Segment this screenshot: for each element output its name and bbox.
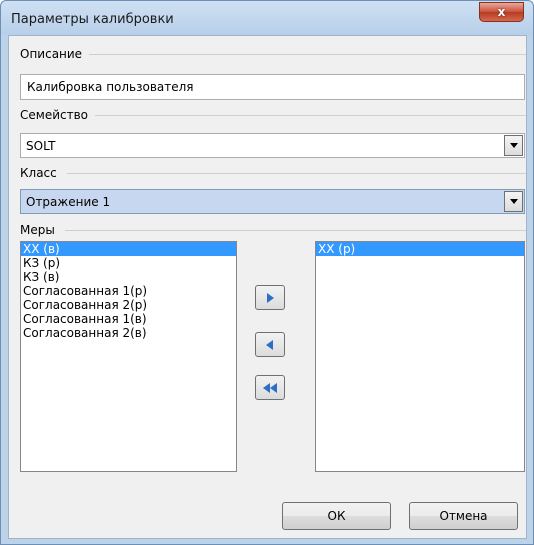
measures-divider <box>65 230 526 231</box>
family-select[interactable]: SOLT <box>20 133 525 158</box>
cancel-button[interactable]: Отмена <box>409 502 518 530</box>
available-list-item[interactable]: КЗ (р) <box>21 256 236 270</box>
description-value: Калибровка пользователя <box>27 80 194 94</box>
family-label: Семейство <box>20 108 88 122</box>
window-title: Параметры калибровки <box>11 12 174 27</box>
class-label: Класс <box>20 166 57 180</box>
ok-button-label: ОК <box>327 509 346 523</box>
available-measures-list[interactable]: XX (в) КЗ (р) КЗ (в) Согласованная 1(р) Согл… <box>20 241 237 472</box>
class-dropdown-button[interactable] <box>504 191 523 212</box>
class-value: Отражение 1 <box>26 194 111 209</box>
selected-list-item[interactable]: XX (р) <box>316 242 524 256</box>
family-value: SOLT <box>26 138 56 153</box>
chevron-down-icon <box>509 199 518 204</box>
dialog-client-area: Описание Калибровка пользователя Семейст… <box>8 35 527 539</box>
class-select[interactable]: Отражение 1 <box>20 189 525 214</box>
description-label: Описание <box>20 47 83 61</box>
available-list-item[interactable]: Согласованная 2(в) <box>21 326 236 340</box>
close-button[interactable]: x <box>479 2 524 22</box>
available-list-item[interactable]: XX (в) <box>21 242 236 256</box>
description-input[interactable]: Калибровка пользователя <box>20 74 525 100</box>
move-left-button[interactable] <box>255 332 285 357</box>
cancel-button-label: Отмена <box>439 509 488 523</box>
description-divider <box>89 54 526 55</box>
title-bar[interactable]: Параметры калибровки x <box>1 1 533 35</box>
move-all-left-button[interactable] <box>255 375 285 400</box>
chevron-down-icon <box>509 143 518 148</box>
family-divider <box>95 115 526 116</box>
move-right-button[interactable] <box>255 285 285 310</box>
available-list-item[interactable]: КЗ (в) <box>21 270 236 284</box>
selected-measures-list[interactable]: XX (р) <box>315 241 525 472</box>
class-divider <box>67 173 526 174</box>
double-triangle-left-icon <box>263 382 277 393</box>
available-list-item[interactable]: Согласованная 2(р) <box>21 298 236 312</box>
measures-label: Меры <box>20 223 55 237</box>
close-icon: x <box>497 5 506 19</box>
family-dropdown-button[interactable] <box>504 135 523 156</box>
triangle-right-icon <box>267 292 274 303</box>
available-list-item[interactable]: Согласованная 1(р) <box>21 284 236 298</box>
available-list-item[interactable]: Согласованная 1(в) <box>21 312 236 326</box>
dialog-window: Параметры калибровки x Описание Калибров… <box>0 0 534 545</box>
ok-button[interactable]: ОК <box>282 502 391 530</box>
triangle-left-icon <box>266 339 273 350</box>
